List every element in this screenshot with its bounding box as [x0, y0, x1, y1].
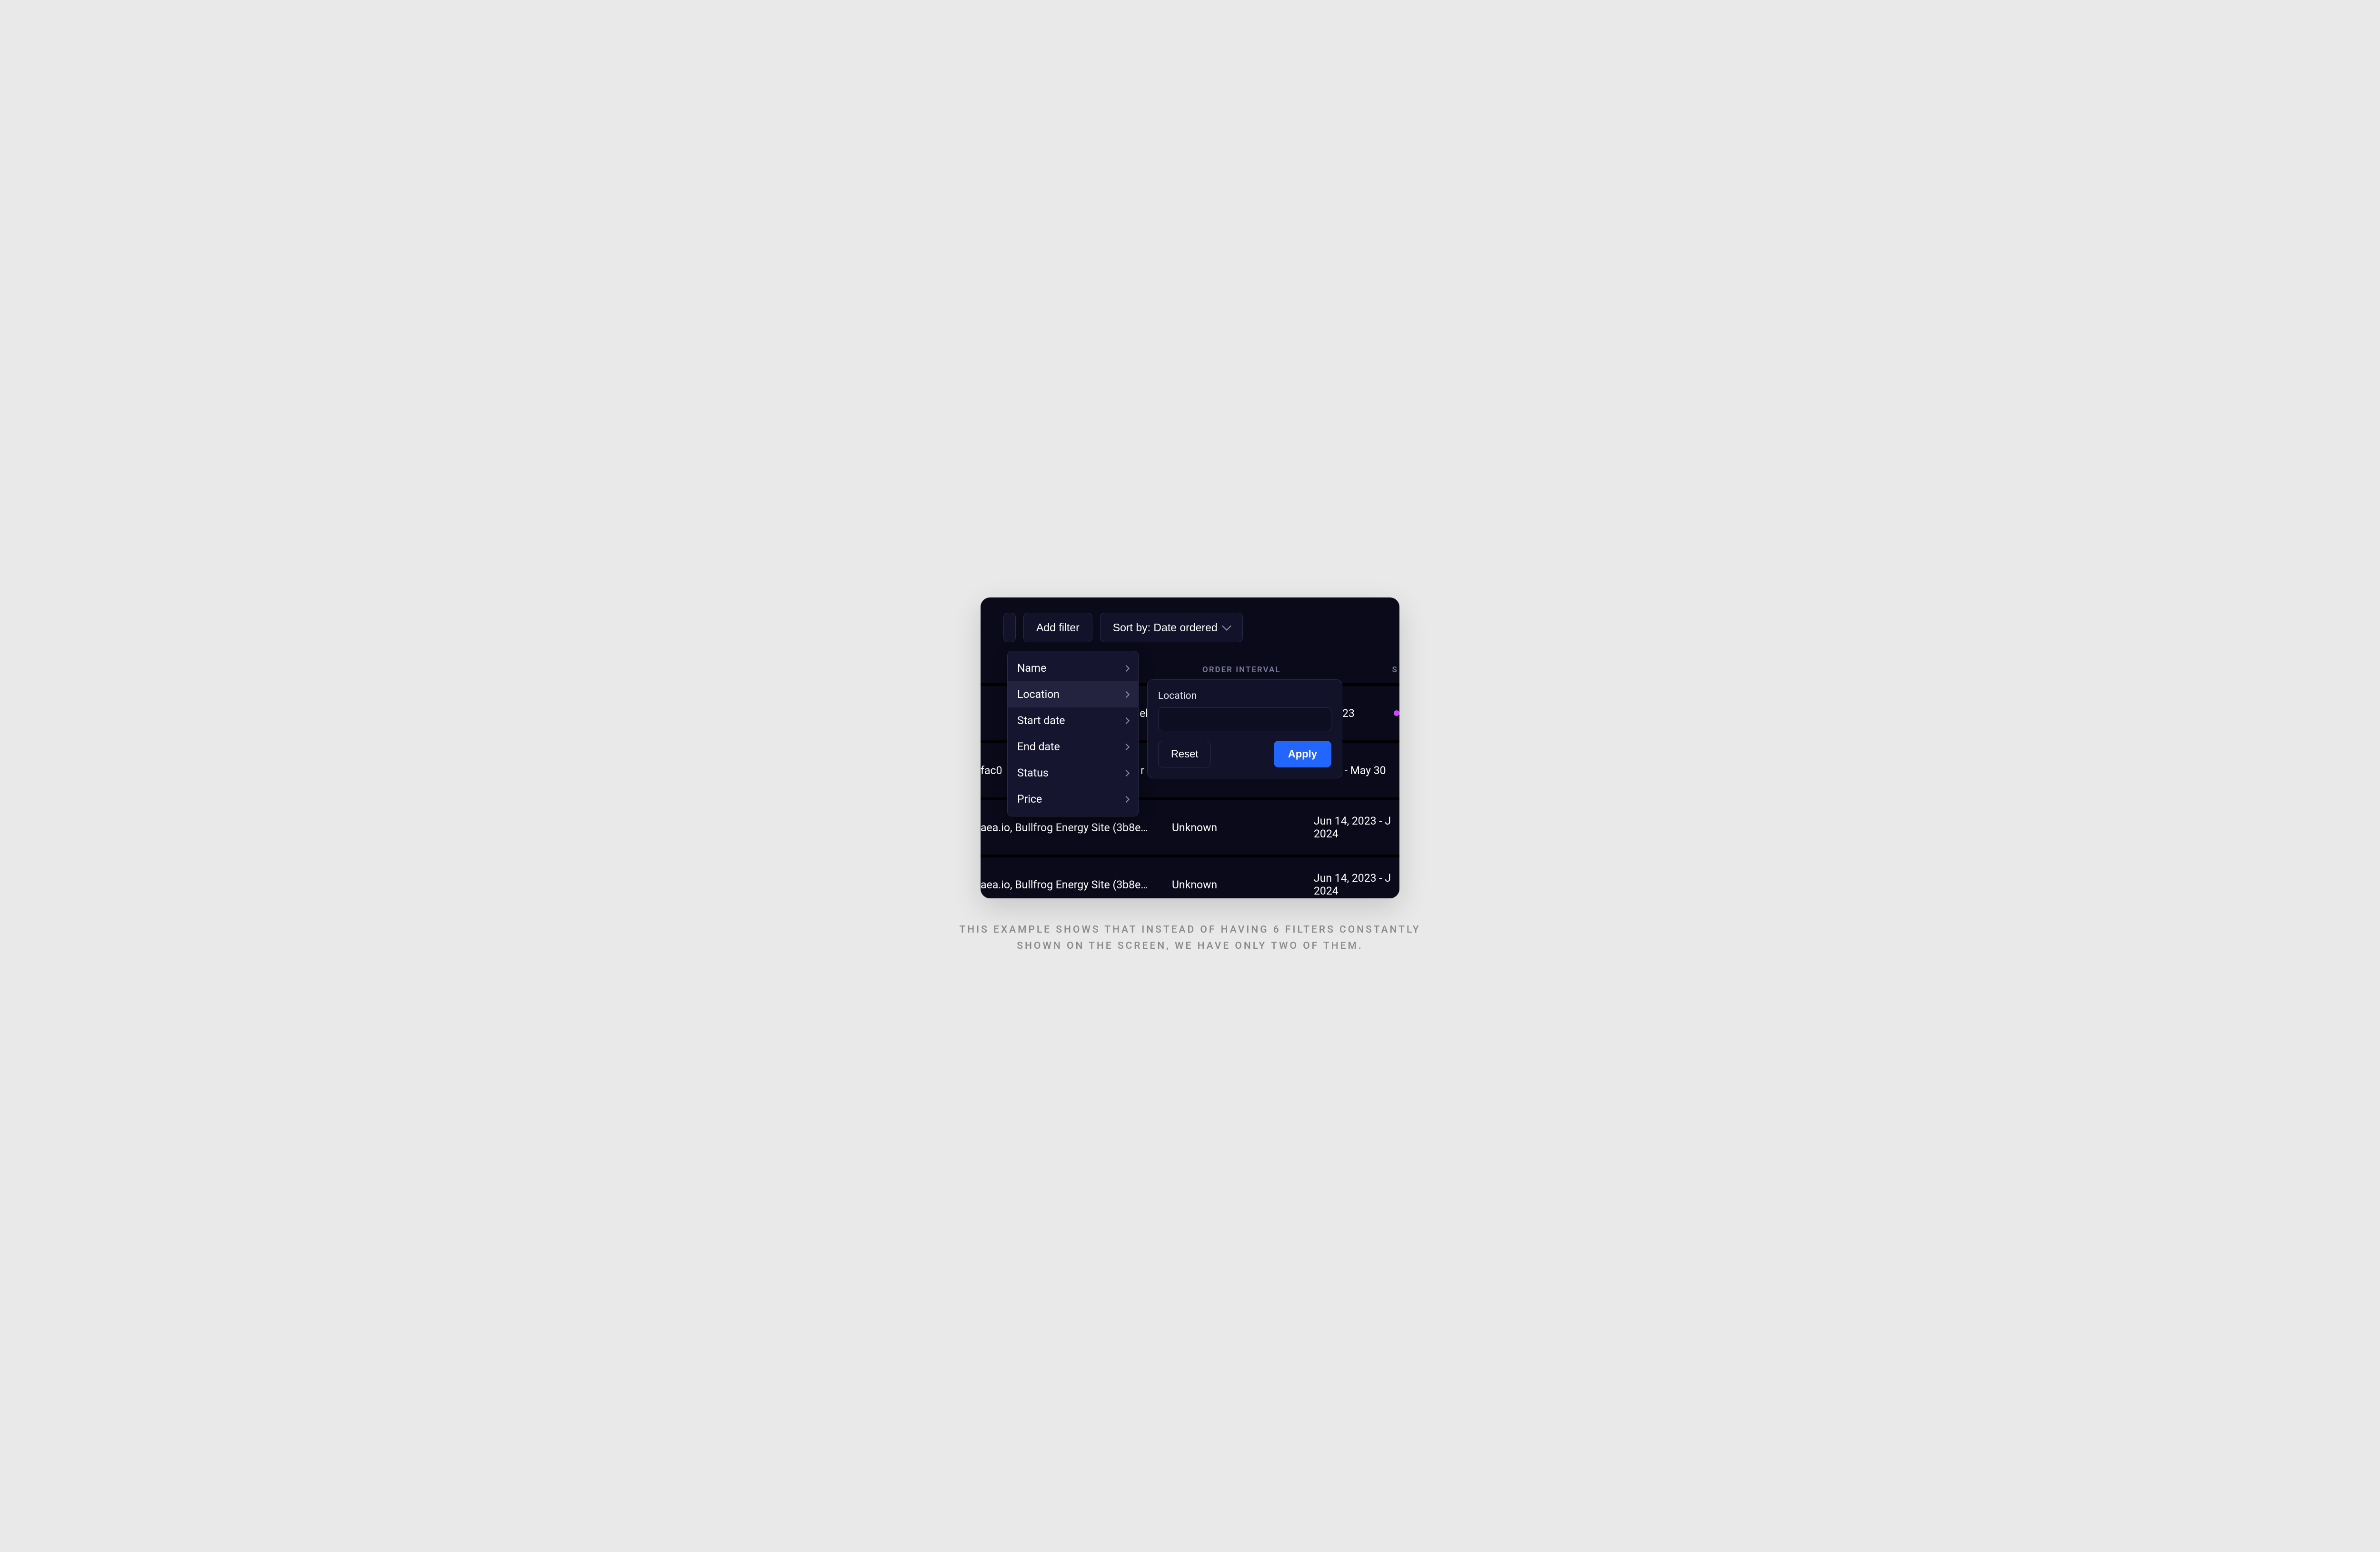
- apply-label: Apply: [1288, 748, 1317, 760]
- cell-site: fac0: [981, 764, 1002, 777]
- chevron-right-icon: [1123, 691, 1130, 698]
- cell-interval: Jun 14, 2023 - J2024: [1314, 872, 1391, 897]
- filter-menu: Name Location Start date End date Status…: [1007, 651, 1139, 816]
- apply-button[interactable]: Apply: [1274, 741, 1331, 767]
- filter-item-start-date[interactable]: Start date: [1008, 707, 1138, 734]
- cell-type: Unknown: [1172, 821, 1217, 834]
- filter-item-label: Price: [1017, 793, 1042, 806]
- app-window: Add filter Sort by: Date ordered ORDER I…: [981, 597, 1399, 898]
- status-dot-icon: [1394, 710, 1399, 716]
- cell-site: aea.io, Bullfrog Energy Site (3b8e…: [981, 878, 1148, 891]
- column-header-status-partial: S: [1392, 665, 1398, 675]
- add-filter-label: Add filter: [1036, 621, 1080, 634]
- table-row[interactable]: aea.io, Bullfrog Energy Site (3b8e… Unkn…: [981, 855, 1399, 898]
- chevron-right-icon: [1123, 770, 1130, 776]
- sort-by-dropdown[interactable]: Sort by: Date ordered: [1100, 613, 1243, 642]
- column-header-order-interval: ORDER INTERVAL: [1202, 665, 1281, 675]
- partial-button[interactable]: [1003, 613, 1016, 642]
- filter-item-end-date[interactable]: End date: [1008, 734, 1138, 760]
- filter-panel-label: Location: [1158, 690, 1331, 702]
- chevron-right-icon: [1123, 665, 1130, 672]
- cell-site: aea.io, Bullfrog Energy Site (3b8e…: [981, 821, 1148, 834]
- location-input[interactable]: [1158, 707, 1331, 731]
- filter-item-label: Start date: [1017, 714, 1065, 727]
- filter-item-name[interactable]: Name: [1008, 655, 1138, 681]
- filter-item-label: Status: [1017, 766, 1049, 779]
- filter-item-label: End date: [1017, 740, 1060, 753]
- filter-item-label: Location: [1017, 688, 1060, 701]
- toolbar: Add filter Sort by: Date ordered: [981, 597, 1399, 642]
- example-caption: THIS EXAMPLE SHOWS THAT INSTEAD OF HAVIN…: [957, 922, 1423, 954]
- cell-interval: Jun 14, 2023 - J2024: [1314, 815, 1391, 840]
- reset-label: Reset: [1171, 748, 1198, 760]
- cell-interval: 23: [1342, 707, 1355, 720]
- filter-item-location[interactable]: Location: [1008, 681, 1138, 707]
- add-filter-button[interactable]: Add filter: [1023, 613, 1092, 642]
- filter-item-price[interactable]: Price: [1008, 786, 1138, 812]
- cell-type: r: [1140, 764, 1144, 777]
- chevron-down-icon: [1222, 622, 1231, 631]
- cell-interval: 3 - May 30: [1336, 764, 1386, 777]
- chevron-right-icon: [1123, 744, 1130, 750]
- filter-item-status[interactable]: Status: [1008, 760, 1138, 786]
- chevron-right-icon: [1123, 717, 1130, 724]
- filter-panel-actions: Reset Apply: [1158, 741, 1331, 767]
- filter-panel-location: Location Reset Apply: [1147, 679, 1342, 778]
- reset-button[interactable]: Reset: [1158, 741, 1211, 767]
- chevron-right-icon: [1123, 796, 1130, 803]
- sort-label: Sort by: Date ordered: [1113, 621, 1218, 634]
- cell-type: Unknown: [1172, 878, 1217, 891]
- filter-item-label: Name: [1017, 662, 1046, 675]
